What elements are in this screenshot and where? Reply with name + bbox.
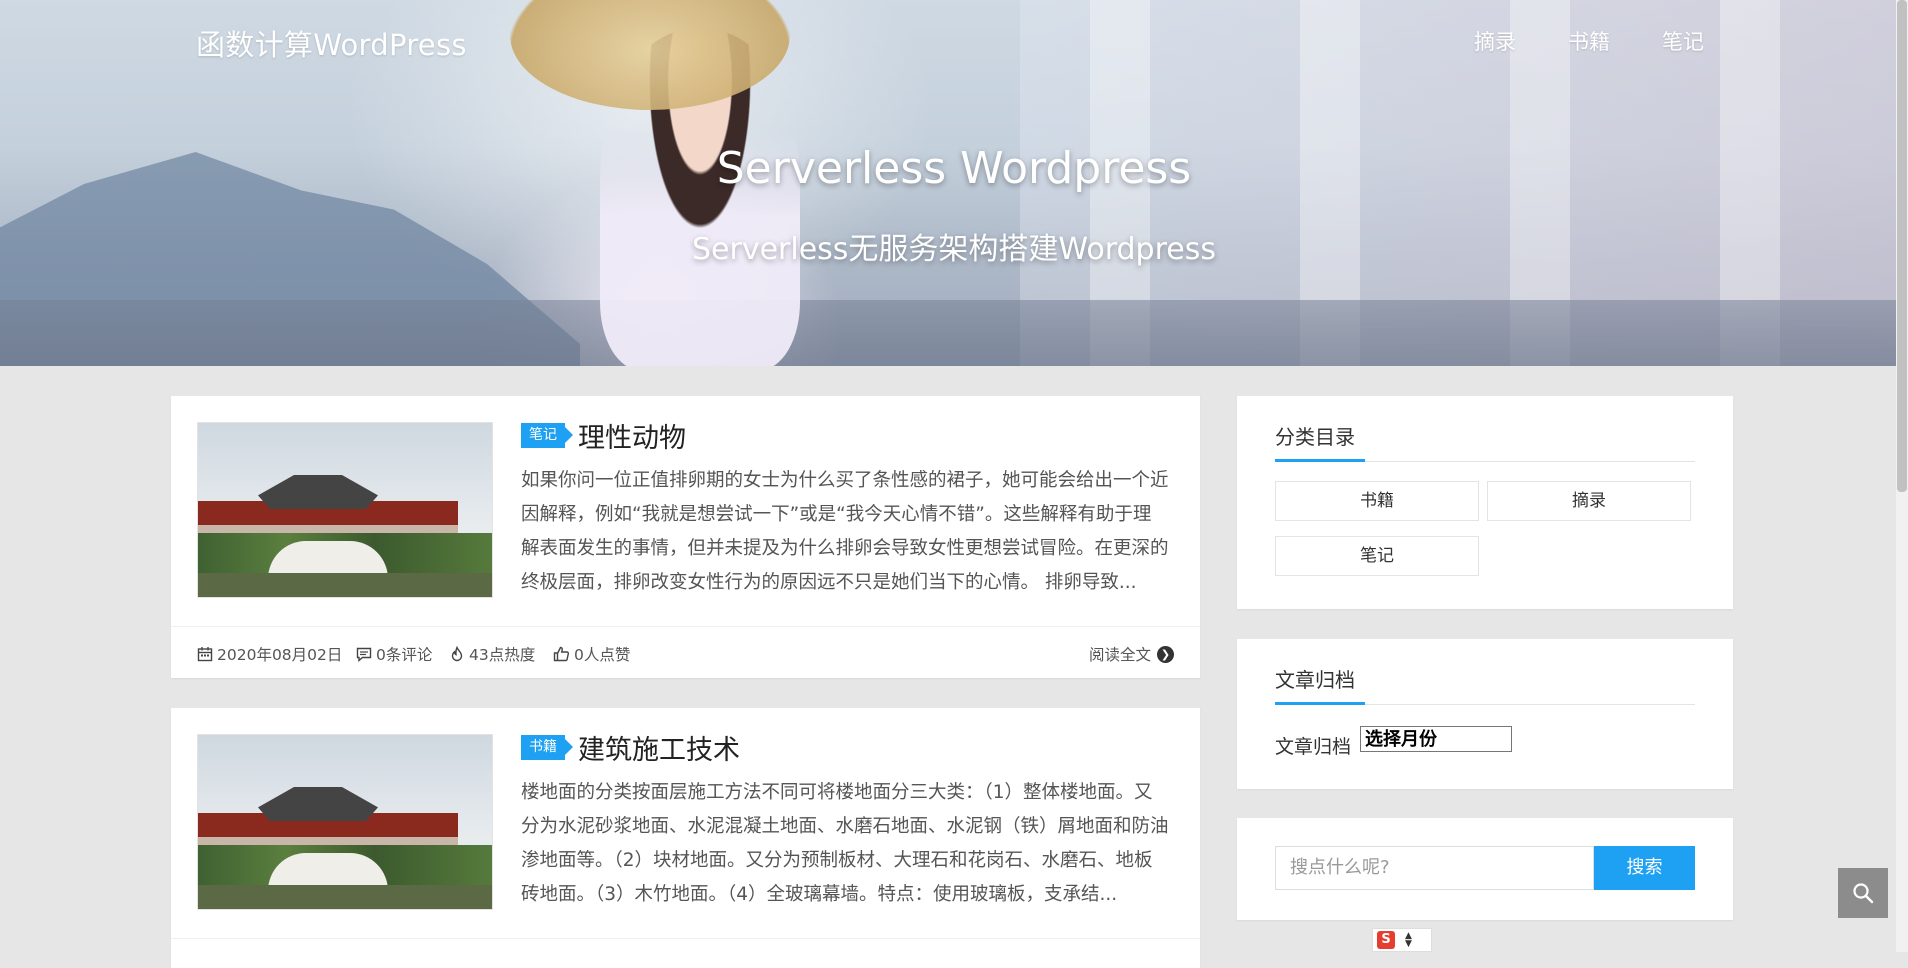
widget-title-underline: [1275, 459, 1695, 462]
post-comments[interactable]: 0条评论: [356, 643, 432, 665]
post-title[interactable]: 理性动物: [578, 416, 686, 455]
comment-icon: [356, 647, 372, 662]
hero-title: Serverless Wordpress: [716, 143, 1192, 194]
thumbs-up-icon: [553, 646, 570, 662]
post-category-badge[interactable]: 笔记: [521, 423, 573, 448]
widget-title-underline: [1275, 702, 1695, 705]
search-widget: 搜点什么呢? 搜索: [1237, 818, 1733, 920]
post-likes[interactable]: 0人点赞: [553, 643, 630, 665]
site-title-link[interactable]: 函数计算WordPress: [196, 22, 467, 64]
sogou-logo-icon: S: [1377, 931, 1395, 949]
post-title[interactable]: 建筑施工技术: [578, 728, 740, 767]
hero-subtitle: Serverless无服务架构搭建Wordpress: [692, 232, 1216, 267]
post-excerpt: 楼地面的分类按面层施工方法不同可将楼地面分三大类：（1）整体楼地面。又分为水泥砂…: [521, 782, 1169, 905]
archive-widget: 文章归档 文章归档 选择月份: [1237, 639, 1733, 789]
category-button-notes[interactable]: 笔记: [1275, 536, 1479, 576]
page-scrollbar[interactable]: [1896, 0, 1908, 952]
hero-banner: 函数计算WordPress 摘录 书籍 笔记 Serverless Wordpr…: [0, 0, 1908, 366]
post-date: 2020年08月02日: [197, 643, 342, 665]
ime-toolbar[interactable]: S ▲ ▼: [1372, 928, 1432, 952]
post-excerpt: 如果你问一位正值排卵期的女士为什么买了条性感的裙子，她可能会给出一个近因解释，例…: [521, 470, 1169, 593]
categories-widget: 分类目录 书籍 摘录 笔记: [1237, 396, 1733, 609]
updown-arrows-icon: ▲ ▼: [1405, 931, 1412, 949]
post-thumbnail[interactable]: [197, 422, 493, 598]
archive-month-select[interactable]: 选择月份: [1360, 726, 1512, 752]
flame-icon: [451, 646, 463, 662]
post-card: 书籍 建筑施工技术 楼地面的分类按面层施工方法不同可将楼地面分三大类：（1）整体…: [171, 708, 1200, 968]
archive-label: 文章归档: [1275, 736, 1352, 758]
widget-title: 文章归档: [1275, 668, 1355, 692]
category-button-books[interactable]: 书籍: [1275, 481, 1479, 521]
category-button-excerpts[interactable]: 摘录: [1487, 481, 1691, 521]
calendar-icon: [197, 647, 213, 662]
search-button[interactable]: 搜索: [1594, 846, 1695, 890]
scrollbar-thumb[interactable]: [1897, 0, 1907, 492]
widget-title: 分类目录: [1275, 425, 1355, 449]
hero-ground-bg: [0, 300, 1908, 366]
post-meta: 2020年08月02日 0条评论 43点热度 0人点赞 阅读全文 ❯: [171, 626, 1200, 679]
post-heat: 43点热度: [449, 643, 535, 665]
post-card: 笔记 理性动物 如果你问一位正值排卵期的女士为什么买了条性感的裙子，她可能会给出…: [171, 396, 1200, 678]
nav-item-books[interactable]: 书籍: [1568, 26, 1610, 56]
nav-item-notes[interactable]: 笔记: [1662, 26, 1704, 56]
read-more-link[interactable]: 阅读全文 ❯: [1089, 643, 1174, 665]
chevron-right-icon: ❯: [1157, 645, 1174, 663]
post-category-badge[interactable]: 书籍: [521, 735, 573, 760]
search-icon: [1853, 883, 1874, 904]
post-meta-divider: [171, 938, 1200, 939]
nav-item-excerpts[interactable]: 摘录: [1474, 26, 1516, 56]
search-input[interactable]: 搜点什么呢?: [1275, 846, 1594, 890]
floating-search-button[interactable]: [1838, 868, 1888, 918]
post-thumbnail[interactable]: [197, 734, 493, 910]
